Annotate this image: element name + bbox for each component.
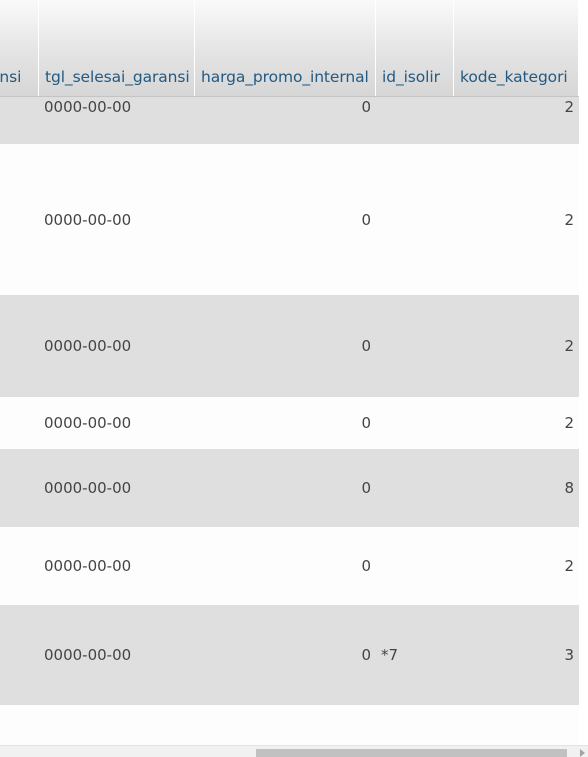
cell-harga-promo-internal[interactable]: 0 — [361, 98, 371, 116]
column-header-id-isolir[interactable]: id_isolir — [376, 0, 454, 96]
table-row[interactable]: 0000-00-00 0 2 — [0, 397, 579, 449]
cell-kode-kategori[interactable]: 2 — [564, 211, 574, 229]
results-grid: 0000-00-00 0 2 0000-00-00 0 2 0000-00-00… — [0, 0, 588, 757]
cell-harga-promo-internal[interactable]: 0 — [361, 211, 371, 229]
cell-tgl-selesai-garansi[interactable]: 0000-00-00 — [44, 414, 131, 432]
column-header-tgl-selesai-garansi[interactable]: tgl_selesai_garansi — [39, 0, 195, 96]
horizontal-scrollbar[interactable] — [0, 745, 588, 757]
cell-kode-kategori[interactable]: 2 — [564, 557, 574, 575]
column-header-garansi[interactable]: ansi — [0, 0, 39, 96]
column-header-label[interactable]: tgl_selesai_garansi — [45, 68, 190, 86]
cell-harga-promo-internal[interactable]: 0 — [361, 479, 371, 497]
cell-harga-promo-internal[interactable]: 0 — [361, 557, 371, 575]
cell-kode-kategori[interactable]: 8 — [564, 479, 574, 497]
table-header: ansi tgl_selesai_garansi harga_promo_int… — [0, 0, 579, 97]
cell-tgl-selesai-garansi[interactable]: 0000-00-00 — [44, 479, 131, 497]
cell-kode-kategori[interactable]: 2 — [564, 98, 574, 116]
table-row[interactable] — [0, 705, 579, 745]
cell-tgl-selesai-garansi[interactable]: 0000-00-00 — [44, 557, 131, 575]
cell-harga-promo-internal[interactable]: 0 — [361, 646, 371, 664]
table-row[interactable]: 0000-00-00 0 2 — [0, 527, 579, 605]
table-row[interactable]: 0000-00-00 0 *7 3 — [0, 605, 579, 705]
cell-tgl-selesai-garansi[interactable]: 0000-00-00 — [44, 98, 131, 116]
cell-tgl-selesai-garansi[interactable]: 0000-00-00 — [44, 646, 131, 664]
column-header-harga-promo-internal[interactable]: harga_promo_internal — [195, 0, 376, 96]
cell-kode-kategori[interactable]: 2 — [564, 414, 574, 432]
table-row[interactable]: 0000-00-00 0 8 — [0, 449, 579, 527]
column-header-label[interactable]: id_isolir — [382, 68, 440, 86]
cell-harga-promo-internal[interactable]: 0 — [361, 414, 371, 432]
scroll-right-arrow-icon[interactable] — [580, 749, 585, 757]
column-header-label[interactable]: harga_promo_internal — [201, 68, 369, 86]
table-row[interactable]: 0000-00-00 0 2 — [0, 295, 579, 397]
column-header-label[interactable]: ansi — [0, 68, 21, 86]
column-header-kode-kategori[interactable]: kode_kategori — [454, 0, 579, 96]
cell-kode-kategori[interactable]: 3 — [564, 646, 574, 664]
cell-tgl-selesai-garansi[interactable]: 0000-00-00 — [44, 337, 131, 355]
scrollbar-thumb[interactable] — [256, 749, 567, 757]
cell-kode-kategori[interactable]: 2 — [564, 337, 574, 355]
table-row[interactable]: 0000-00-00 0 2 — [0, 144, 579, 295]
cell-id-isolir[interactable]: *7 — [381, 646, 398, 664]
cell-harga-promo-internal[interactable]: 0 — [361, 337, 371, 355]
column-header-label[interactable]: kode_kategori — [460, 68, 568, 86]
cell-tgl-selesai-garansi[interactable]: 0000-00-00 — [44, 211, 131, 229]
